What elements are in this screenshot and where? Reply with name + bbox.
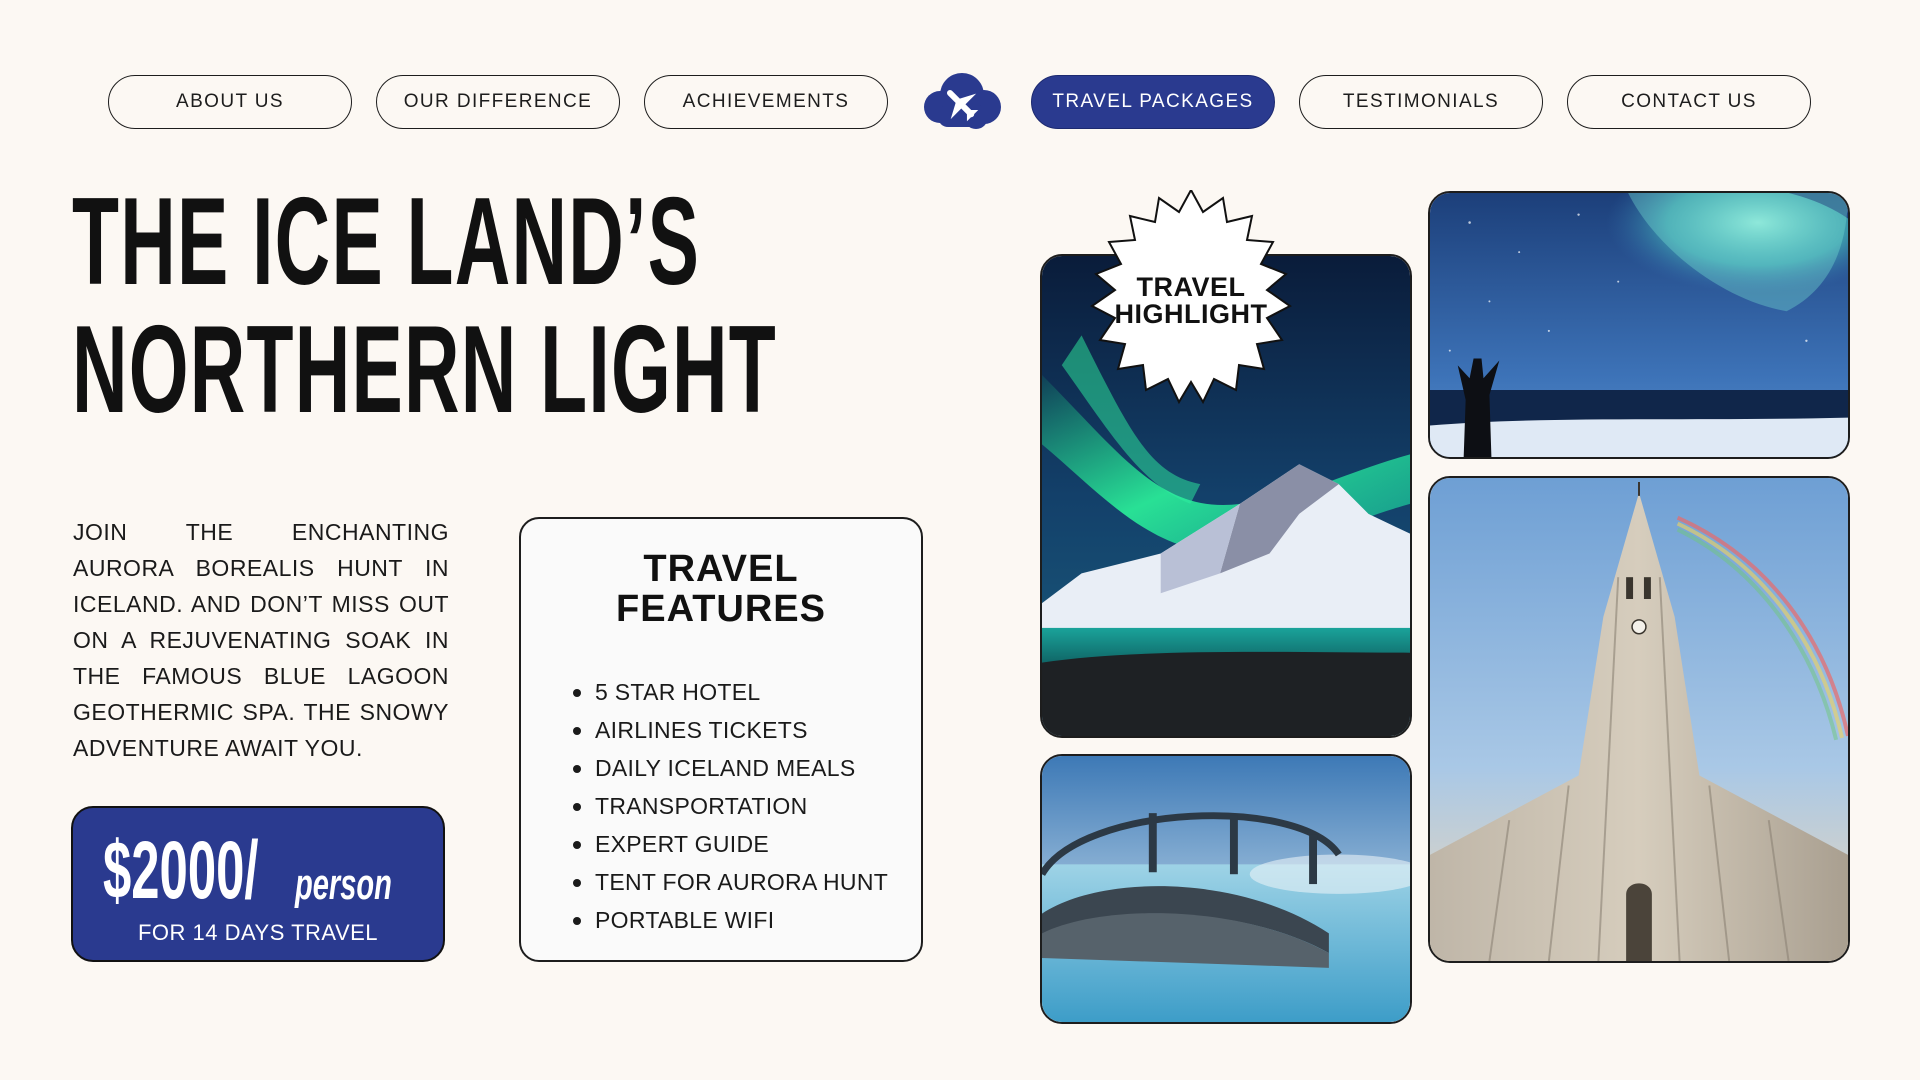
blue-lagoon-photo bbox=[1040, 754, 1412, 1024]
feature-label: DAILY ICELAND MEALS bbox=[595, 755, 856, 781]
features-title-line1: TRAVEL bbox=[643, 548, 799, 590]
feature-label: AIRLINES TICKETS bbox=[595, 717, 808, 743]
bullet-icon bbox=[573, 765, 581, 773]
feature-label: TRANSPORTATION bbox=[595, 793, 808, 819]
bullet-icon bbox=[573, 689, 581, 697]
church-rainbow-photo bbox=[1428, 476, 1850, 963]
page-title-line1: THE ICE LAND’S bbox=[72, 173, 701, 311]
bullet-icon bbox=[573, 803, 581, 811]
badge-text: TRAVEL HIGHLIGHT bbox=[1086, 274, 1296, 328]
bullet-icon bbox=[573, 917, 581, 925]
features-title-line2: FEATURES bbox=[616, 588, 826, 630]
list-item: EXPERT GUIDE bbox=[573, 825, 888, 863]
badge-line2: HIGHLIGHT bbox=[1114, 299, 1268, 329]
badge-line1: TRAVEL bbox=[1136, 272, 1246, 302]
tour-description: JOIN THE ENCHANTING AURORA BOREALIS HUNT… bbox=[73, 519, 449, 761]
price-card: $2000/ person FOR 14 DAYS TRAVEL bbox=[71, 806, 445, 962]
list-item: AIRLINES TICKETS bbox=[573, 711, 888, 749]
bullet-icon bbox=[573, 879, 581, 887]
list-item: TRANSPORTATION bbox=[573, 787, 888, 825]
top-navigation: ABOUT US OUR DIFFERENCE ACHIEVEMENTS TRA… bbox=[0, 73, 1920, 129]
nav-about-us-button[interactable]: ABOUT US bbox=[108, 75, 352, 129]
feature-label: EXPERT GUIDE bbox=[595, 831, 770, 857]
feature-label: 5 STAR HOTEL bbox=[595, 679, 761, 705]
price-amount: $2000/ bbox=[103, 825, 259, 916]
nav-contact-us-button[interactable]: CONTACT US bbox=[1567, 75, 1811, 129]
list-item: DAILY ICELAND MEALS bbox=[573, 749, 888, 787]
price-duration: FOR 14 DAYS TRAVEL bbox=[137, 920, 379, 945]
nav-our-difference-button[interactable]: OUR DIFFERENCE bbox=[376, 75, 620, 129]
list-item: 5 STAR HOTEL bbox=[573, 673, 888, 711]
list-item: PORTABLE WIFI bbox=[573, 901, 888, 939]
travel-features-card: TRAVEL FEATURES 5 STAR HOTEL AIRLINES TI… bbox=[519, 517, 923, 962]
features-title: TRAVEL FEATURES bbox=[521, 549, 921, 629]
nav-achievements-button[interactable]: ACHIEVEMENTS bbox=[644, 75, 888, 129]
bullet-icon bbox=[573, 727, 581, 735]
page-title: THE ICE LAND’S NORTHERN LIGHT bbox=[72, 173, 777, 439]
bullet-icon bbox=[573, 841, 581, 849]
aurora-person-photo bbox=[1428, 191, 1850, 459]
page-title-line2: NORTHERN LIGHT bbox=[72, 301, 777, 439]
feature-label: PORTABLE WIFI bbox=[595, 907, 775, 933]
features-list: 5 STAR HOTEL AIRLINES TICKETS DAILY ICEL… bbox=[573, 673, 888, 939]
price-unit: person bbox=[295, 860, 392, 909]
feature-label: TENT FOR AURORA HUNT bbox=[595, 869, 889, 895]
list-item: TENT FOR AURORA HUNT bbox=[573, 863, 888, 901]
nav-testimonials-button[interactable]: TESTIMONIALS bbox=[1299, 75, 1543, 129]
travel-highlight-badge: TRAVEL HIGHLIGHT bbox=[1086, 187, 1296, 408]
nav-travel-packages-button[interactable]: TRAVEL PACKAGES bbox=[1031, 75, 1275, 129]
cloud-airplane-icon[interactable] bbox=[918, 71, 1004, 133]
